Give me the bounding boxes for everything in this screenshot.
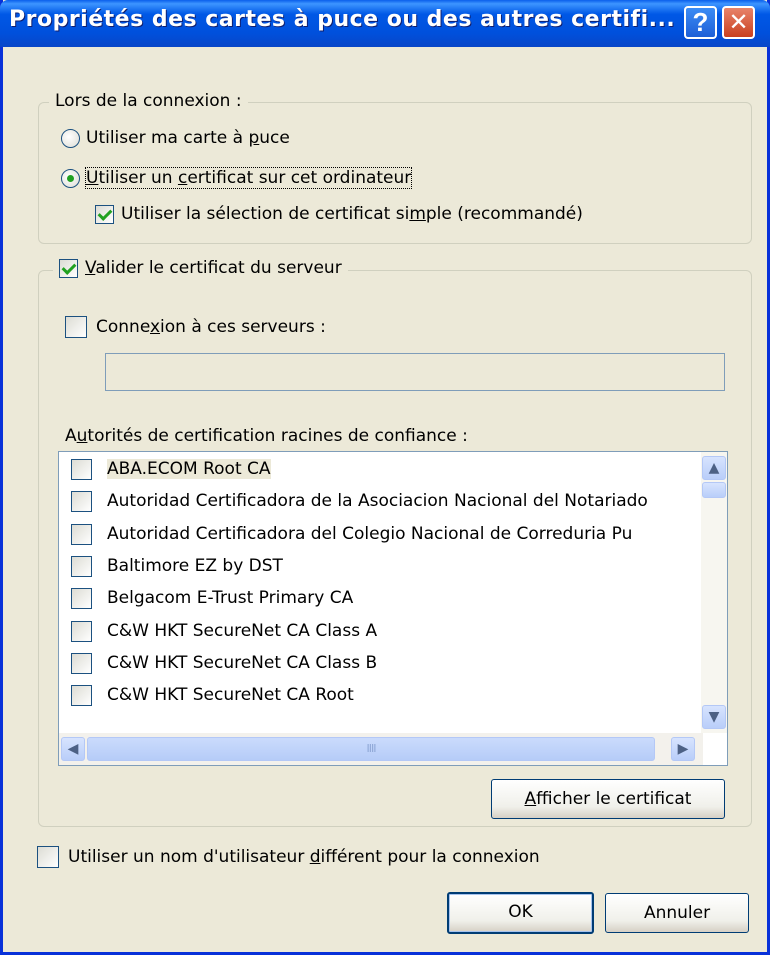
radio-use-smartcard-label: Utiliser ma carte à puce bbox=[86, 128, 290, 148]
scroll-down-button[interactable]: ▼ bbox=[702, 705, 726, 729]
dialog-window: Propriétés des cartes à puce ou des autr… bbox=[0, 0, 770, 955]
list-item[interactable]: C&W HKT SecureNet CA Class A bbox=[71, 617, 377, 645]
connect-servers-checkbox[interactable]: Connexion à ces serveurs : bbox=[65, 316, 326, 338]
scroll-thumb[interactable]: IIII bbox=[87, 737, 655, 761]
radio-button-selected[interactable] bbox=[61, 168, 80, 188]
help-button[interactable]: ? bbox=[684, 6, 717, 39]
close-button[interactable]: ✕ bbox=[722, 6, 755, 39]
vertical-scrollbar[interactable]: ▲ ▼ bbox=[701, 452, 727, 733]
checkbox[interactable] bbox=[71, 684, 92, 706]
checkbox[interactable] bbox=[71, 620, 92, 642]
view-certificate-button[interactable]: Afficher le certificat bbox=[491, 779, 725, 819]
simple-selection-checkbox[interactable]: Utiliser la sélection de certificat simp… bbox=[95, 204, 583, 224]
scroll-thumb[interactable] bbox=[702, 482, 726, 498]
servers-input[interactable] bbox=[105, 353, 725, 391]
horizontal-scrollbar[interactable]: ◀ IIII ▶ bbox=[59, 733, 703, 765]
ok-button[interactable]: OK bbox=[447, 892, 594, 934]
checkbox[interactable] bbox=[65, 316, 87, 338]
checkbox[interactable] bbox=[71, 652, 92, 674]
checkbox[interactable] bbox=[37, 846, 59, 868]
scroll-up-button[interactable]: ▲ bbox=[702, 456, 726, 480]
checkbox-checked[interactable] bbox=[95, 204, 114, 224]
different-user-checkbox[interactable]: Utiliser un nom d'utilisateur différent … bbox=[37, 846, 540, 868]
list-item[interactable]: Belgacom E-Trust Primary CA bbox=[71, 584, 353, 612]
cancel-button[interactable]: Annuler bbox=[605, 893, 749, 933]
connection-group-legend: Lors de la connexion : bbox=[49, 91, 248, 111]
list-item[interactable]: Autoridad Certificadora del Colegio Naci… bbox=[71, 520, 632, 548]
chevron-up-icon: ▲ bbox=[708, 460, 720, 476]
connect-servers-label: Connexion à ces serveurs : bbox=[96, 317, 326, 337]
list-item[interactable]: Baltimore EZ by DST bbox=[71, 552, 283, 580]
scroll-right-button[interactable]: ▶ bbox=[671, 737, 695, 761]
checkbox[interactable] bbox=[71, 490, 92, 512]
checkbox-checked[interactable] bbox=[59, 258, 78, 278]
chevron-right-icon: ▶ bbox=[677, 741, 689, 757]
validate-server-checkbox[interactable]: Valider le certificat du serveur bbox=[53, 258, 348, 278]
simple-selection-label: Utiliser la sélection de certificat simp… bbox=[121, 204, 583, 224]
radio-use-smartcard[interactable]: Utiliser ma carte à puce bbox=[61, 128, 290, 148]
chevron-down-icon: ▼ bbox=[708, 709, 720, 725]
list-item[interactable]: ABA.ECOM Root CA bbox=[71, 455, 271, 483]
chevron-left-icon: ◀ bbox=[67, 741, 79, 757]
title-bar[interactable]: Propriétés des cartes à puce ou des autr… bbox=[0, 0, 770, 47]
grip-icon: IIII bbox=[366, 742, 377, 755]
scroll-left-button[interactable]: ◀ bbox=[61, 737, 85, 761]
close-icon: ✕ bbox=[728, 8, 749, 36]
checkbox[interactable] bbox=[71, 458, 92, 480]
trusted-roots-label: Au torités de certification racines de co… bbox=[65, 426, 468, 446]
different-user-label: Utiliser un nom d'utilisateur différent … bbox=[68, 847, 540, 867]
checkbox[interactable] bbox=[71, 555, 92, 577]
checkbox[interactable] bbox=[71, 523, 92, 545]
validate-server-label: Valider le certificat du serveur bbox=[85, 258, 342, 278]
trusted-roots-list[interactable]: ABA.ECOM Root CA Autoridad Certificadora… bbox=[58, 451, 728, 766]
radio-use-certificate-label: Utiliser un certificat sur cet ordinateu… bbox=[84, 167, 413, 189]
help-icon: ? bbox=[692, 7, 709, 37]
list-item[interactable]: C&W HKT SecureNet CA Class B bbox=[71, 649, 377, 677]
radio-button[interactable] bbox=[61, 128, 80, 148]
list-item[interactable]: Autoridad Certificadora de la Asociacion… bbox=[71, 487, 648, 515]
list-item[interactable]: C&W HKT SecureNet CA Root bbox=[71, 681, 354, 709]
checkbox[interactable] bbox=[71, 587, 92, 609]
radio-use-certificate[interactable]: Utiliser un certificat sur cet ordinateu… bbox=[61, 167, 413, 189]
window-title: Propriétés des cartes à puce ou des autr… bbox=[9, 7, 676, 32]
